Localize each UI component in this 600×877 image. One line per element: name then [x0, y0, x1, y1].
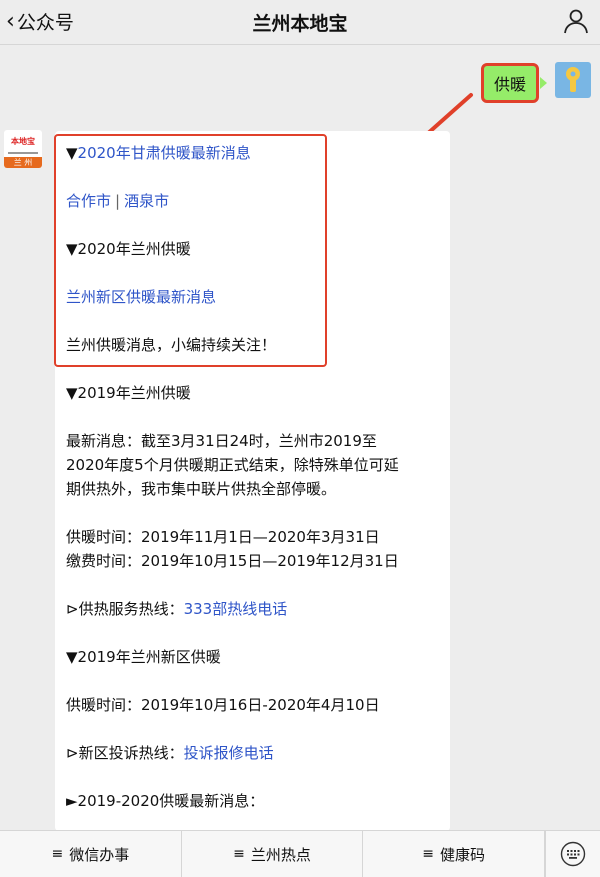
complaint-label: ⊳新区投诉热线：	[66, 744, 184, 762]
section-heading: ►2019-2020供暖最新消息：	[66, 792, 265, 810]
bot-avatar[interactable]: 本地宝 兰 州	[4, 130, 42, 168]
payment-period: 缴费时间：2019年10月15日—2019年12月31日	[66, 552, 399, 570]
new-district-heating-period: 供暖时间：2019年10月16日-2020年4月10日	[66, 696, 380, 714]
heating-period: 供暖时间：2019年11月1日—2020年3月31日	[66, 528, 380, 546]
my-message-bubble[interactable]: 供暖	[481, 63, 539, 103]
avatar-city: 兰 州	[4, 157, 42, 168]
menu-wechat-services[interactable]: ≡ 微信办事	[0, 831, 182, 877]
page-title: 兰州本地宝	[252, 13, 348, 35]
link-hotline-333[interactable]: 333部热线电话	[184, 600, 288, 618]
bubble-tail	[540, 77, 547, 89]
hotline-label: ⊳供热服务热线：	[66, 600, 184, 618]
link-complaint-phone[interactable]: 投诉报修电话	[184, 744, 274, 762]
message-text: 最新消息：截至3月31日24时，兰州市2019至	[66, 432, 377, 450]
chat-area[interactable]: 供暖 本地宝 兰 州 ▼2020年甘肃供暖最新消息 合作市 | 酒泉市 ▼2020年…	[0, 45, 600, 831]
menu-label: 健康码	[440, 845, 486, 864]
menu-icon: ≡	[422, 846, 435, 862]
message-line: ⊳新区投诉热线：投诉报修电话	[66, 741, 274, 765]
keyboard-icon	[560, 841, 586, 867]
bottom-menu: ≡ 微信办事 ≡ 兰州热点 ≡ 健康码	[0, 830, 600, 877]
menu-label: 兰州热点	[250, 845, 311, 864]
my-message-text: 供暖	[493, 75, 526, 94]
section-heading: ▼2019年兰州新区供暖	[66, 648, 221, 666]
section-heading: ▼2019年兰州供暖	[66, 384, 191, 402]
menu-label: 微信办事	[69, 845, 130, 864]
highlight-box	[54, 134, 327, 367]
top-bar: ‹ 公众号 兰州本地宝	[0, 0, 600, 45]
menu-health-code[interactable]: ≡ 健康码	[363, 831, 546, 877]
avatar-divider	[8, 152, 38, 154]
person-icon[interactable]	[562, 7, 590, 35]
avatar-brand: 本地宝	[11, 136, 35, 146]
menu-icon: ≡	[51, 846, 64, 862]
message-text: 2020年度5个月供暖期正式结束，除特殊单位可延	[66, 456, 399, 474]
my-avatar[interactable]	[555, 62, 591, 98]
keyboard-toggle-button[interactable]	[545, 831, 600, 877]
message-line: ⊳供热服务热线：333部热线电话	[66, 597, 287, 621]
menu-lanzhou-hot[interactable]: ≡ 兰州热点	[182, 831, 364, 877]
keyhole-icon	[566, 67, 580, 92]
menu-icon: ≡	[233, 846, 245, 862]
message-text: 期供热外，我市集中联片供热全部停暖。	[66, 480, 337, 498]
